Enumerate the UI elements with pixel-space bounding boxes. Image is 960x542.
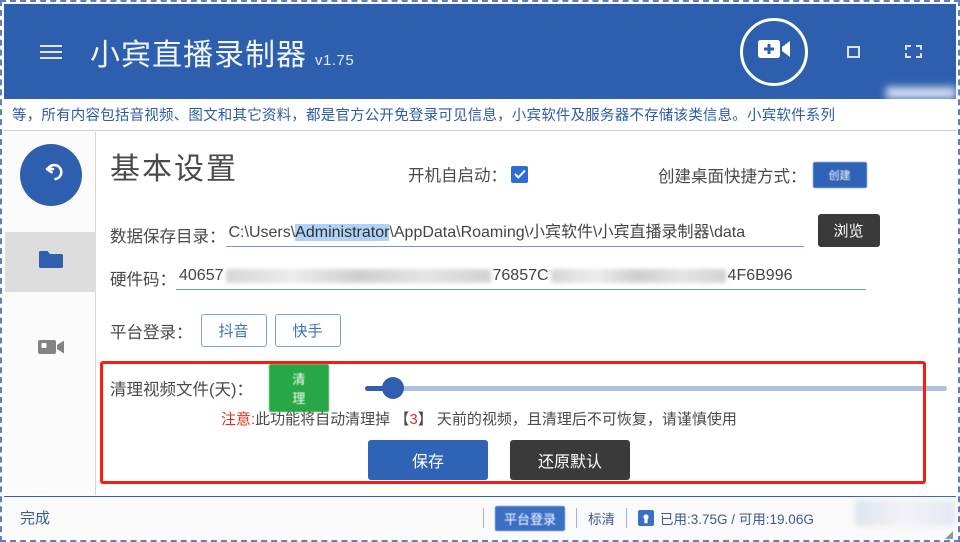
sidebar-item-recorder[interactable] (5, 319, 96, 379)
notice-bar: 等，所有内容包括音视频、图文和其它资料，都是官方公开免登录可见信息，小宾软件及服… (4, 99, 956, 131)
status-text: 完成 (20, 510, 51, 527)
status-storage: 已用:3.75G / 可用:19.06G (660, 512, 814, 527)
platform-button-kuaishou[interactable]: 快手 (274, 314, 341, 347)
data-dir-selection: Administrator (295, 224, 390, 241)
page-title: 基本设置 (110, 153, 238, 186)
resize-grip[interactable] (944, 527, 954, 539)
status-bar-blur (855, 500, 955, 526)
hardware-code-redaction-2 (550, 269, 726, 283)
platform-button-douyin[interactable]: 抖音 (200, 314, 267, 347)
autostart-row: 开机自启动： (408, 162, 528, 186)
shortcut-row: 创建桌面快捷方式： 创建 (658, 162, 867, 188)
hardware-code-redaction-1 (225, 269, 491, 283)
data-dir-label: 数据保存目录： (110, 228, 226, 246)
cleanup-warning-days: 3 (409, 411, 418, 428)
video-camera-plus-icon (757, 37, 791, 66)
minimize-button[interactable] (838, 37, 868, 67)
app-title-text: 小宾直播录制器 (90, 38, 307, 72)
status-bar-right: 平台登录 标清 已用:3.75G / 可用:19.06G (472, 497, 814, 539)
cleanup-warning-prefix: 注意: (221, 411, 256, 428)
data-dir-row: 数据保存目录： C:\Users\Administrator\AppData\R… (110, 214, 950, 247)
status-divider-2 (576, 508, 578, 528)
action-buttons: 保存 还原默认 (368, 440, 630, 480)
browse-button[interactable]: 浏览 (817, 214, 880, 247)
status-divider-3 (626, 508, 628, 528)
notice-text: 等，所有内容包括音视频、图文和其它资料，都是官方公开免登录可见信息，小宾软件及服… (12, 108, 836, 124)
video-camera-icon (37, 337, 65, 362)
sidebar-item-back[interactable] (20, 144, 82, 206)
hardware-code-label: 硬件码： (110, 271, 176, 289)
hardware-code-value[interactable]: 40657 76857C 4F6B996 (176, 266, 866, 290)
hardware-code-row: 硬件码： 40657 76857C 4F6B996 (110, 266, 950, 290)
app-title: 小宾直播录制器 v1.75 (90, 30, 354, 74)
cleanup-button[interactable]: 清理 (269, 364, 329, 412)
back-arrow-icon (38, 160, 64, 191)
data-dir-suffix: \AppData\Roaming\小宾软件\小宾直播录制器\data (389, 224, 746, 241)
hardware-code-start: 40657 (179, 267, 224, 284)
cleanup-row: 清理视频文件(天)： 清理 (110, 364, 947, 412)
hamburger-menu-icon[interactable] (40, 41, 62, 63)
app-version: v1.75 (315, 51, 355, 69)
dashed-square-icon (904, 45, 922, 58)
status-platform-login-badge[interactable]: 平台登录 (495, 505, 566, 531)
check-icon (513, 169, 526, 179)
square-icon (846, 45, 860, 58)
create-shortcut-button[interactable]: 创建 (812, 162, 867, 188)
disk-icon (638, 510, 655, 526)
data-dir-prefix: C:\Users\ (228, 224, 296, 241)
slider-track (364, 386, 947, 391)
slider-thumb[interactable] (381, 377, 404, 399)
title-bar-controls (740, 4, 928, 99)
autostart-checkbox[interactable] (511, 165, 528, 183)
cleanup-warning-text-a: 此功能将自动清理掉 【 (255, 411, 410, 428)
folder-icon (38, 249, 64, 275)
app-window: 小宾直播录制器 v1.75 等，所有内容包括音视频、图文和其它资料，都是官方公开… (0, 0, 960, 542)
record-button[interactable] (740, 17, 808, 86)
status-divider-1 (483, 508, 484, 528)
autostart-label: 开机自启动： (408, 167, 507, 185)
shortcut-label: 创建桌面快捷方式： (658, 168, 807, 186)
cleanup-days-slider[interactable] (364, 377, 947, 399)
data-dir-input[interactable]: C:\Users\Administrator\AppData\Roaming\小… (225, 217, 804, 247)
cleanup-warning-text-b: 】 天前的视频，且清理后不可恢复，请谨慎使用 (417, 411, 737, 428)
status-quality[interactable]: 标清 (588, 508, 615, 528)
platform-login-label: 平台登录： (110, 323, 193, 342)
sidebar-item-files[interactable] (5, 232, 96, 292)
status-bar: 完成 平台登录 标清 已用:3.75G / 可用:19.06G (4, 496, 956, 538)
hardware-code-mid: 76857C (492, 267, 549, 284)
hardware-code-end: 4F6B996 (727, 267, 793, 284)
restore-button[interactable] (898, 37, 928, 67)
title-bar-blur (886, 87, 956, 99)
save-button[interactable]: 保存 (368, 440, 488, 480)
title-bar: 小宾直播录制器 v1.75 (4, 4, 956, 99)
settings-panel: 基本设置 开机自启动： 创建桌面快捷方式： 创建 数据保存目录： C:\User… (96, 132, 956, 495)
cleanup-warning: 注意:此功能将自动清理掉 【3】 天前的视频，且清理后不可恢复，请谨慎使用 (221, 408, 737, 429)
sidebar (5, 132, 96, 495)
restore-defaults-button[interactable]: 还原默认 (510, 440, 630, 480)
cleanup-label: 清理视频文件(天)： (110, 381, 253, 399)
platform-login-row: 平台登录： 抖音 快手 (110, 314, 341, 347)
